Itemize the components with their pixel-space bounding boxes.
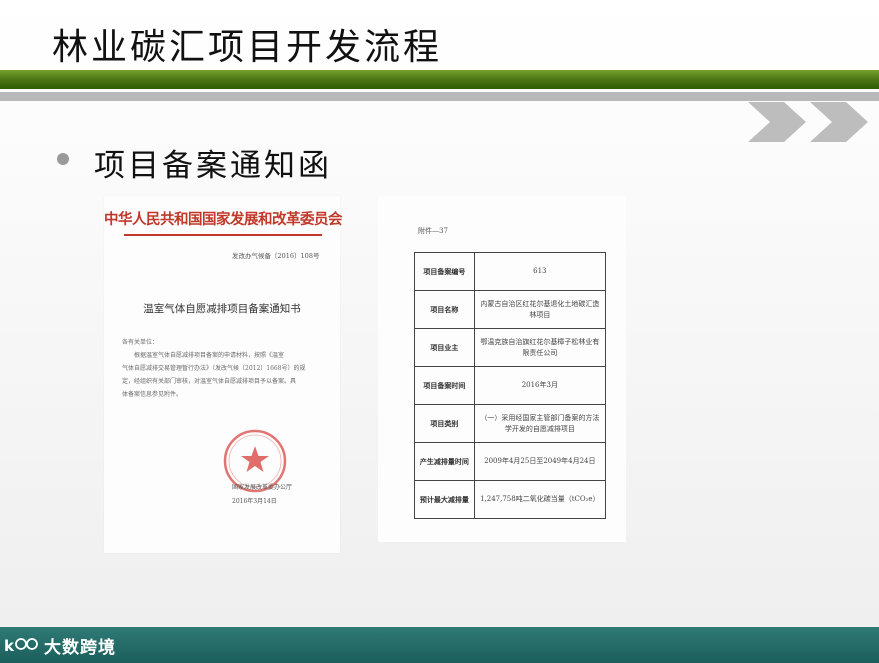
table-row: 预计最大减排量 1,247,758吨二氧化碳当量（tCO₂e） — [414, 480, 607, 519]
table-key: 项目业主 — [414, 328, 475, 367]
table-value: 2016年3月 — [473, 366, 607, 405]
title-underline-gray — [0, 92, 879, 101]
notice-doc-number: 发改办气候备〔2016〕108号 — [232, 252, 320, 260]
table-value: 内蒙古自治区红花尔基退化土地碳汇造林项目 — [473, 290, 607, 329]
project-info-table: 项目备案编号 613 项目名称 内蒙古自治区红花尔基退化土地碳汇造林项目 项目业… — [414, 252, 607, 519]
bullet-text: 项目备案通知函 — [94, 148, 332, 184]
annex-label: 附件—37 — [418, 227, 448, 235]
double-chevron-icon — [748, 102, 868, 142]
slide-title: 林业碳汇项目开发流程 — [52, 27, 443, 68]
table-value: 1,247,758吨二氧化碳当量（tCO₂e） — [473, 480, 607, 519]
notice-body: 各有关单位： 根据温室气体自愿减排项目备案的申请材料，按照《温室 气体自愿减排交… — [122, 336, 322, 401]
notice-header-rule — [124, 234, 322, 236]
table-key: 项目名称 — [414, 290, 475, 329]
notice-body-line: 气体自愿减排交易管理暂行办法》（发改气候〔2012〕1668号）的规 — [122, 365, 306, 372]
table-key: 产生减排量时间 — [414, 442, 475, 481]
table-row: 产生减排量时间 2009年4月25日至2049年4月24日 — [414, 442, 607, 481]
footer-logo[interactable]: k 大数跨境 — [4, 631, 116, 659]
notice-body-line: 体备案信息参见附件。 — [122, 391, 183, 398]
bullet-dot-icon — [57, 153, 69, 165]
notice-body-line: 根据温室气体自愿减排项目备案的申请材料，按照《温室 — [122, 352, 285, 359]
notice-header: 中华人民共和国国家发展和改革委员会 — [104, 211, 343, 228]
kejing-logo-icon: k — [4, 637, 38, 655]
filing-notice-document: 中华人民共和国国家发展和改革委员会 发改办气候备〔2016〕108号 温室气体自… — [104, 196, 343, 553]
table-row: 项目业主 鄂温克族自治旗红花尔基樟子松林业有限责任公司 — [414, 328, 607, 367]
table-value: 鄂温克族自治旗红花尔基樟子松林业有限责任公司 — [473, 328, 607, 367]
title-underline-green — [0, 70, 879, 89]
annex-document: 附件—37 项目备案编号 613 项目名称 内蒙古自治区红花尔基退化土地碳汇造林… — [378, 196, 626, 542]
table-key: 项目类别 — [414, 404, 475, 443]
notice-title: 温室气体自愿减排项目备案通知书 — [143, 303, 301, 315]
table-row: 项目备案时间 2016年3月 — [414, 366, 607, 405]
table-value: （一）采用经国家主管部门备案的方法学开发的自愿减排项目 — [473, 404, 607, 443]
table-key: 项目备案时间 — [414, 366, 475, 405]
table-value: 613 — [473, 252, 607, 291]
table-key: 预计最大减排量 — [414, 480, 475, 519]
notice-date: 2016年3月14日 — [232, 498, 277, 505]
table-row: 项目备案编号 613 — [414, 252, 607, 291]
notice-issuer: 国家发展改革委办公厅 — [232, 484, 293, 491]
footer-brand-text: 大数跨境 — [44, 637, 116, 658]
table-row: 项目名称 内蒙古自治区红花尔基退化土地碳汇造林项目 — [414, 290, 607, 329]
svg-text:k: k — [4, 637, 15, 655]
notice-body-line: 各有关单位： — [122, 339, 159, 346]
table-row: 项目类别 （一）采用经国家主管部门备案的方法学开发的自愿减排项目 — [414, 404, 607, 443]
notice-body-line: 定，经组织有关部门审核，对温室气体自愿减排项目予以备案。具 — [122, 378, 297, 385]
table-value: 2009年4月25日至2049年4月24日 — [473, 442, 607, 481]
footer-bar: k 大数跨境 — [0, 627, 879, 663]
table-key: 项目备案编号 — [414, 252, 475, 291]
